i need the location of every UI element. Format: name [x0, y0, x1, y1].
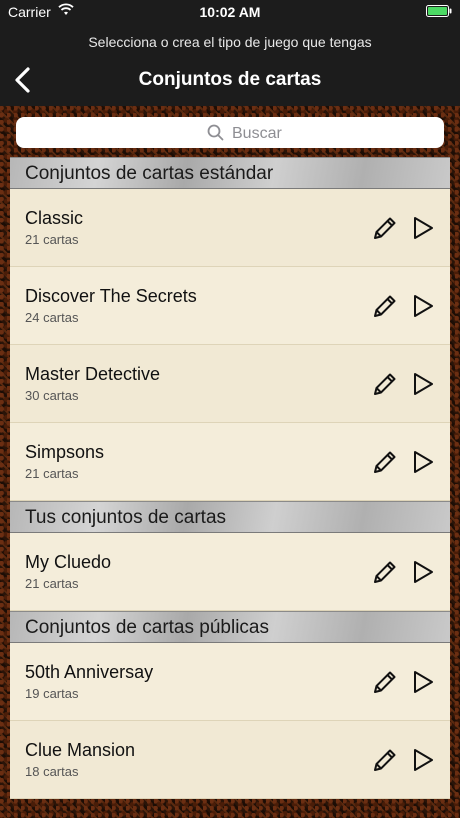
status-bar: Carrier 10:02 AM	[0, 0, 460, 24]
set-name: My Cluedo	[25, 552, 112, 572]
navigation-bar: Selecciona o crea el tipo de juego que t…	[0, 24, 460, 106]
play-icon[interactable]	[411, 371, 435, 397]
pencil-icon[interactable]	[372, 449, 398, 475]
play-icon[interactable]	[411, 215, 435, 241]
search-bar[interactable]	[16, 117, 444, 148]
pencil-icon[interactable]	[372, 215, 398, 241]
pencil-icon[interactable]	[372, 559, 398, 585]
set-count: 30 cartas	[25, 388, 79, 403]
list-item[interactable]: 50th Anniversay 19 cartas	[10, 643, 450, 721]
list-item[interactable]: Classic 21 cartas	[10, 189, 450, 267]
search-input[interactable]	[230, 122, 414, 145]
list-item[interactable]: My Cluedo 21 cartas	[10, 533, 450, 611]
set-name: 50th Anniversay	[25, 662, 154, 682]
section-header-yours: Tus conjuntos de cartas	[10, 501, 450, 533]
pencil-icon[interactable]	[372, 371, 398, 397]
clock: 10:02 AM	[199, 4, 261, 20]
set-name: Master Detective	[25, 364, 161, 384]
set-count: 18 cartas	[25, 764, 79, 779]
play-icon[interactable]	[411, 559, 435, 585]
pencil-icon[interactable]	[372, 293, 398, 319]
play-icon[interactable]	[411, 747, 435, 773]
nav-subtitle: Selecciona o crea el tipo de juego que t…	[88, 34, 372, 50]
list-item[interactable]: Simpsons 21 cartas	[10, 423, 450, 501]
search-icon	[207, 124, 224, 141]
section-header-public: Conjuntos de cartas públicas	[10, 611, 450, 643]
page-title: Conjuntos de cartas	[138, 69, 322, 90]
pencil-icon[interactable]	[372, 669, 398, 695]
battery-icon	[426, 5, 452, 17]
play-icon[interactable]	[411, 293, 435, 319]
section-header-standard: Conjuntos de cartas estándar	[10, 157, 450, 189]
pencil-icon[interactable]	[372, 747, 398, 773]
set-name: Clue Mansion	[25, 740, 136, 760]
list-item[interactable]: Master Detective 30 cartas	[10, 345, 450, 423]
set-count: 21 cartas	[25, 232, 79, 247]
play-icon[interactable]	[411, 449, 435, 475]
set-count: 24 cartas	[25, 310, 79, 325]
set-count: 21 cartas	[25, 576, 79, 591]
set-name: Classic	[25, 208, 84, 228]
set-name: Discover The Secrets	[25, 286, 197, 306]
list-item[interactable]: Discover The Secrets 24 cartas	[10, 267, 450, 345]
card-set-list: Conjuntos de cartas estándar Classic 21 …	[10, 157, 450, 799]
list-item[interactable]: Clue Mansion 18 cartas	[10, 721, 450, 799]
set-name: Simpsons	[25, 442, 105, 462]
set-count: 19 cartas	[25, 686, 79, 701]
set-count: 21 cartas	[25, 466, 79, 481]
play-icon[interactable]	[411, 669, 435, 695]
